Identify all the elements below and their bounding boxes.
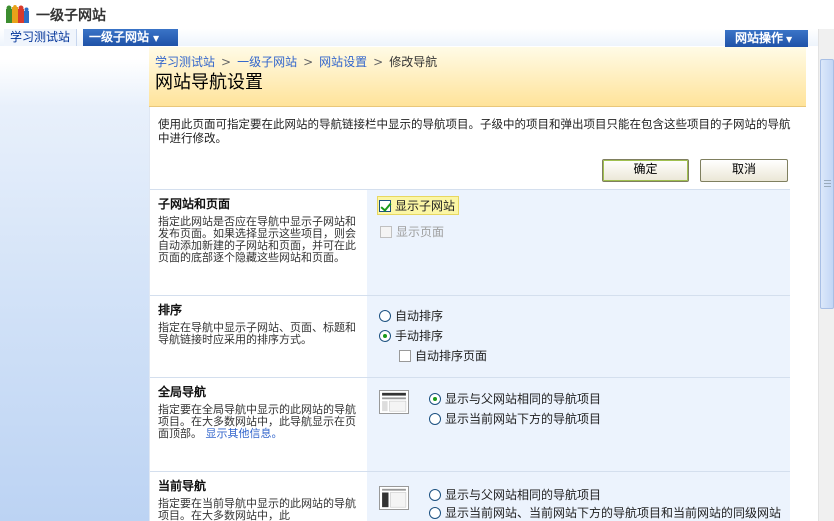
breadcrumb-link-settings[interactable]: 网站设置 xyxy=(319,55,367,69)
manual-sort-option[interactable]: 手动排序 xyxy=(379,327,443,344)
current-nav-siblings-option[interactable]: 显示当前网站、当前网站下方的导航项目和当前网站的同级网站 xyxy=(429,504,781,521)
current-nav-inherit-label: 显示与父网站相同的导航项目 xyxy=(445,488,602,502)
page-title: 网站导航设置 xyxy=(155,72,263,93)
section-sorting: 排序 指定在导航中显示子网站、页面、标题和导航链接时应采用的排序方式。 自动排序… xyxy=(150,295,790,377)
chevron-down-icon: ▼ xyxy=(786,35,793,44)
global-nav-below-option[interactable]: 显示当前网站下方的导航项目 xyxy=(429,410,601,427)
site-actions-menu[interactable]: 网站操作 ▼ xyxy=(725,30,808,47)
breadcrumb-separator: > xyxy=(373,55,384,69)
section-subsites-options: 显示子网站 显示页面 xyxy=(367,190,790,295)
section-current-nav-info: 当前导航 指定要在当前导航中显示的此网站的导航项目。在大多数网站中，此 xyxy=(150,472,367,521)
scrollbar-grip-icon xyxy=(824,180,831,188)
section-description: 指定在导航中显示子网站、页面、标题和导航链接时应采用的排序方式。 xyxy=(158,321,356,346)
section-global-navigation: 全局导航 指定要在全局导航中显示的此网站的导航项目。在大多数网站中，此导航显示在… xyxy=(150,377,790,471)
tab-subsite-label: 一级子网站 xyxy=(89,30,150,44)
top-navigation-bar: 学习测试站 一级子网站 ▼ xyxy=(0,29,818,46)
site-title: 一级子网站 xyxy=(36,8,106,24)
global-nav-inherit-option[interactable]: 显示与父网站相同的导航项目 xyxy=(429,390,601,407)
section-subsites-pages: 子网站和页面 指定此网站是否应在导航中显示子网站和发布页面。如果选择显示这些项目… xyxy=(150,189,790,295)
global-nav-inherit-radio[interactable] xyxy=(429,392,441,405)
show-pages-option: 显示页面 xyxy=(380,223,444,240)
global-nav-preview-icon xyxy=(379,390,409,414)
section-title: 子网站和页面 xyxy=(158,197,231,211)
section-title: 全局导航 xyxy=(158,385,207,399)
breadcrumb-link-subsite[interactable]: 一级子网站 xyxy=(237,55,297,69)
auto-sort-pages-checkbox[interactable] xyxy=(399,349,411,362)
cancel-button[interactable]: 取消 xyxy=(700,159,788,182)
breadcrumb-current: 修改导航 xyxy=(389,55,438,69)
show-pages-label: 显示页面 xyxy=(396,225,445,239)
site-actions-label: 网站操作 xyxy=(735,31,784,45)
left-navigation-pane xyxy=(0,47,149,521)
section-current-navigation: 当前导航 指定要在当前导航中显示的此网站的导航项目。在大多数网站中，此 显示与父… xyxy=(150,471,790,521)
show-more-info-link[interactable]: 显示其他信息。 xyxy=(206,427,283,440)
auto-sort-label: 自动排序 xyxy=(395,309,444,323)
section-title: 当前导航 xyxy=(158,479,207,493)
show-subsites-checkbox[interactable] xyxy=(379,199,391,212)
current-nav-inherit-radio[interactable] xyxy=(429,488,441,501)
show-subsites-label: 显示子网站 xyxy=(395,199,456,213)
sharepoint-logo-icon xyxy=(6,5,29,23)
show-pages-checkbox xyxy=(380,225,392,238)
section-sorting-options: 自动排序 手动排序 自动排序页面 xyxy=(367,296,790,377)
auto-sort-pages-option[interactable]: 自动排序页面 xyxy=(399,347,487,364)
show-subsites-highlight: 显示子网站 xyxy=(377,196,460,215)
page-header: 学习测试站 > 一级子网站 > 网站设置 > 修改导航 网站导航设置 xyxy=(149,47,806,107)
global-nav-below-radio[interactable] xyxy=(429,412,441,425)
section-description: 指定此网站是否应在导航中显示子网站和发布页面。如果选择显示这些项目，则会自动添加… xyxy=(158,215,356,264)
vertical-scrollbar[interactable] xyxy=(818,29,834,521)
auto-sort-option[interactable]: 自动排序 xyxy=(379,307,443,324)
current-nav-inherit-option[interactable]: 显示与父网站相同的导航项目 xyxy=(429,486,601,503)
breadcrumb-separator: > xyxy=(221,55,232,69)
show-subsites-option[interactable]: 显示子网站 xyxy=(377,196,460,215)
breadcrumb-separator: > xyxy=(303,55,314,69)
section-subsites-info: 子网站和页面 指定此网站是否应在导航中显示子网站和发布页面。如果选择显示这些项目… xyxy=(150,190,367,295)
auto-sort-radio[interactable] xyxy=(379,309,391,322)
manual-sort-radio[interactable] xyxy=(379,329,391,342)
tab-learning-test-site[interactable]: 学习测试站 xyxy=(4,29,78,46)
section-description: 指定要在全局导航中显示的此网站的导航项目。在大多数网站中，此导航显示在页面顶部。… xyxy=(158,404,359,440)
chevron-down-icon: ▼ xyxy=(153,34,160,43)
current-nav-siblings-label: 显示当前网站、当前网站下方的导航项目和当前网站的同级网站 xyxy=(445,506,782,520)
ok-button[interactable]: 确定 xyxy=(602,159,689,182)
global-nav-inherit-label: 显示与父网站相同的导航项目 xyxy=(445,392,602,406)
section-title: 排序 xyxy=(158,303,183,317)
section-description: 指定要在当前导航中显示的此网站的导航项目。在大多数网站中，此 xyxy=(158,497,356,521)
section-current-nav-options: 显示与父网站相同的导航项目 显示当前网站、当前网站下方的导航项目和当前网站的同级… xyxy=(367,472,790,521)
main-content: 使用此页面可指定要在此网站的导航链接栏中显示的导航项目。子级中的项目和弹出项目只… xyxy=(149,107,806,521)
tab-subsite-active[interactable]: 一级子网站 ▼ xyxy=(83,29,178,46)
breadcrumb-link-root[interactable]: 学习测试站 xyxy=(155,55,215,69)
section-global-nav-options: 显示与父网站相同的导航项目 显示当前网站下方的导航项目 xyxy=(367,378,790,471)
page-description: 使用此页面可指定要在此网站的导航链接栏中显示的导航项目。子级中的项目和弹出项目只… xyxy=(158,117,791,145)
current-nav-siblings-radio[interactable] xyxy=(429,506,441,519)
global-nav-below-label: 显示当前网站下方的导航项目 xyxy=(445,412,602,426)
site-title-bar: 一级子网站 xyxy=(0,0,834,30)
section-global-nav-info: 全局导航 指定要在全局导航中显示的此网站的导航项目。在大多数网站中，此导航显示在… xyxy=(150,378,367,471)
current-nav-preview-icon xyxy=(379,486,409,510)
auto-sort-pages-label: 自动排序页面 xyxy=(415,349,488,363)
manual-sort-label: 手动排序 xyxy=(395,329,444,343)
section-sorting-info: 排序 指定在导航中显示子网站、页面、标题和导航链接时应采用的排序方式。 xyxy=(150,296,367,377)
scrollbar-thumb[interactable] xyxy=(820,59,834,309)
